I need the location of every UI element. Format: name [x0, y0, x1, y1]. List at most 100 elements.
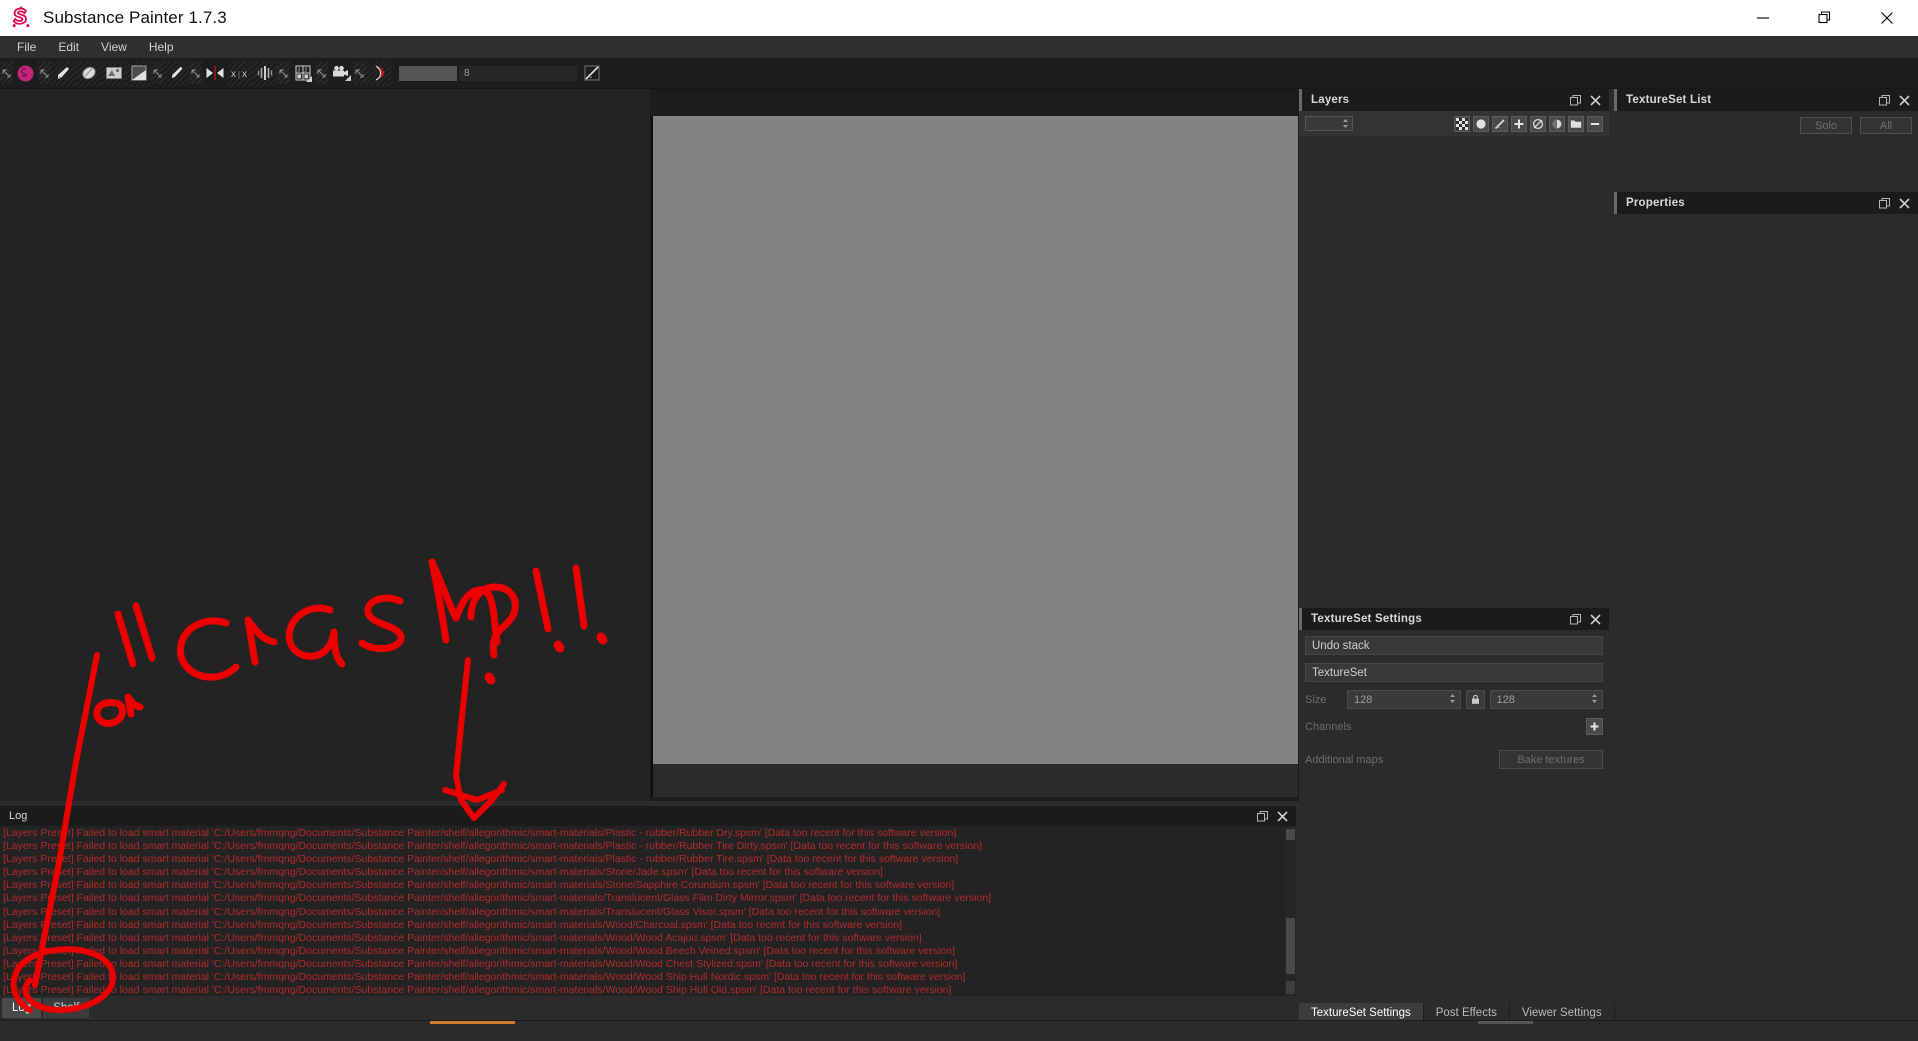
menu-edit[interactable]: Edit	[47, 37, 90, 57]
bake-textures-button[interactable]: Bake textures	[1499, 750, 1603, 769]
channels-label: Channels	[1305, 720, 1352, 733]
log-scrollbar-thumb[interactable]	[1286, 918, 1295, 974]
material-grid-icon[interactable]: 32	[290, 61, 315, 86]
size-row: Size 128 128	[1305, 690, 1603, 709]
log-line: [Layers Preset] Failed to load smart mat…	[3, 984, 952, 996]
properties-panel-header: Properties	[1614, 192, 1918, 214]
viewport-3d-canvas[interactable]	[651, 116, 1298, 764]
textureset-name-field[interactable]: TextureSet	[1305, 663, 1603, 682]
minimize-button[interactable]	[1732, 0, 1794, 36]
add-folder-icon[interactable]	[1568, 115, 1584, 132]
brush-size-slider[interactable]	[399, 65, 457, 81]
menu-view[interactable]: View	[90, 37, 138, 57]
menu-help[interactable]: Help	[138, 37, 185, 57]
layers-panel-header: Layers	[1299, 89, 1609, 111]
log-scrollbar[interactable]	[1285, 826, 1296, 996]
fill-circle-icon[interactable]	[1473, 115, 1489, 132]
close-icon[interactable]	[1590, 94, 1601, 106]
log-panel-header: Log	[0, 806, 1296, 826]
float-panel-icon[interactable]	[1570, 94, 1581, 106]
log-line: [Layers Preset] Failed to load smart mat…	[3, 879, 955, 892]
textureset-settings-body: Undo stack TextureSet Size 128 128 Chann…	[1299, 630, 1609, 999]
brush-size-value[interactable]: 8	[459, 65, 577, 81]
textureset-settings-title: TextureSet Settings	[1311, 613, 1422, 625]
log-panel: Log [Layers Preset] Failed to load smart…	[0, 806, 1296, 996]
svg-text:x: x	[231, 69, 236, 80]
clone-icon[interactable]	[252, 60, 277, 86]
paint-brush-icon[interactable]	[51, 60, 76, 86]
size-height-spinner[interactable]: 128	[1489, 690, 1603, 709]
close-button[interactable]	[1856, 0, 1918, 36]
viewport-bottom-strip	[651, 764, 1298, 797]
additional-maps-label: Additional maps	[1305, 753, 1384, 766]
add-layer-icon[interactable]	[1511, 115, 1527, 132]
paint-stroke-icon[interactable]	[1492, 115, 1508, 132]
float-panel-icon[interactable]	[1570, 613, 1581, 625]
log-line: [Layers Preset] Failed to load smart mat…	[3, 840, 982, 853]
layers-list[interactable]	[1299, 136, 1609, 604]
status-secondary-bar	[1478, 1021, 1533, 1024]
log-scrollbar-button[interactable]	[1286, 981, 1295, 994]
layer-blend-mode-dropdown[interactable]	[1305, 116, 1353, 131]
float-panel-icon[interactable]	[1879, 94, 1890, 106]
toolbar-separator	[38, 62, 51, 84]
add-mask-icon[interactable]	[1530, 115, 1546, 132]
tab-log[interactable]: Log	[2, 998, 42, 1018]
log-line: [Layers Preset] Failed to load smart mat…	[3, 905, 941, 918]
log-line: [Layers Preset] Failed to load smart mat…	[3, 853, 959, 866]
size-width-spinner[interactable]: 128	[1347, 690, 1461, 709]
maximize-restore-button[interactable]	[1794, 0, 1856, 36]
size-lock-icon[interactable]	[1465, 690, 1485, 709]
solo-button[interactable]: Solo	[1800, 117, 1852, 134]
textureset-settings-panel: TextureSet Settings Undo stack TextureSe…	[1299, 608, 1609, 999]
log-line: [Layers Preset] Failed to load smart mat…	[3, 931, 922, 944]
menu-file[interactable]: File	[6, 37, 47, 57]
symmetry-icon[interactable]	[202, 61, 227, 86]
polygon-fill-icon[interactable]	[126, 60, 151, 86]
eraser-icon[interactable]	[76, 60, 101, 86]
float-panel-icon[interactable]	[1879, 197, 1890, 209]
camera-icon[interactable]	[328, 61, 353, 86]
toolbar-separator	[189, 62, 202, 84]
spinner-arrows-icon[interactable]	[1591, 693, 1598, 707]
log-line: [Layers Preset] Failed to load smart mat…	[3, 971, 966, 984]
mask-noise-icon[interactable]	[1454, 115, 1470, 132]
tab-shelf[interactable]: Shelf	[43, 998, 90, 1018]
size-label: Size	[1305, 693, 1327, 706]
layers-panel-title: Layers	[1311, 94, 1350, 106]
log-output[interactable]: [Layers Preset] Failed to load smart mat…	[0, 826, 1296, 996]
pen-curve-icon[interactable]	[579, 61, 604, 86]
add-effect-icon[interactable]	[1549, 115, 1565, 132]
toolbar-separator	[151, 62, 164, 84]
substance-logo-icon[interactable]	[13, 61, 38, 86]
smudge-icon[interactable]	[164, 60, 189, 86]
main-toolbar: x | x 32 8	[0, 58, 1918, 89]
projection-icon[interactable]	[101, 60, 126, 86]
all-button[interactable]: All	[1860, 117, 1912, 134]
close-icon[interactable]	[1277, 810, 1288, 822]
log-scrollbar-thumb-top[interactable]	[1286, 829, 1295, 840]
float-panel-icon[interactable]	[1257, 810, 1268, 822]
svg-text:2: 2	[304, 68, 307, 74]
close-icon[interactable]	[1899, 94, 1910, 106]
spinner-arrows-icon[interactable]	[1449, 693, 1456, 707]
substance-painter-logo-icon	[8, 5, 34, 31]
close-icon[interactable]	[1899, 197, 1910, 209]
toolbar-separator	[315, 62, 328, 84]
mirror-axis-icon[interactable]: x | x	[227, 60, 252, 86]
moon-icon[interactable]	[366, 60, 391, 86]
left-empty-dock-area	[0, 89, 650, 801]
window-title: Substance Painter 1.7.3	[43, 8, 227, 27]
log-line: [Layers Preset] Failed to load smart mat…	[3, 892, 992, 905]
log-line: [Layers Preset] Failed to load smart mat…	[3, 918, 903, 931]
plus-icon[interactable]	[1586, 718, 1603, 735]
status-bar	[0, 1020, 1918, 1041]
delete-layer-icon[interactable]	[1587, 115, 1603, 132]
properties-panel-title: Properties	[1626, 197, 1685, 209]
undo-stack-field[interactable]: Undo stack	[1305, 636, 1603, 655]
log-line: [Layers Preset] Failed to load smart mat…	[3, 957, 958, 970]
properties-panel: Properties	[1614, 192, 1918, 605]
size-width-value: 128	[1354, 693, 1373, 706]
close-icon[interactable]	[1590, 613, 1601, 625]
layers-panel: Layers	[1299, 89, 1609, 605]
